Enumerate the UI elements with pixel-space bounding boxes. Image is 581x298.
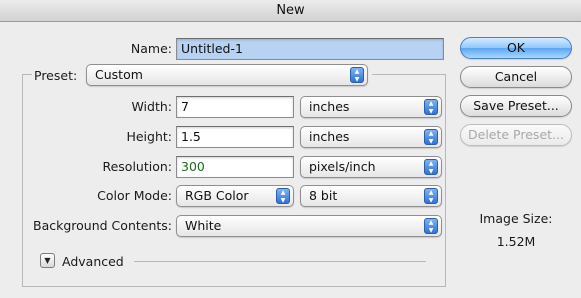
background-contents-popup[interactable]: White ▲ ▼ <box>176 215 442 237</box>
group-box-bottom <box>22 286 446 287</box>
group-box-top-right <box>372 74 446 75</box>
up-down-arrows-icon: ▲ ▼ <box>424 159 438 175</box>
group-box-right <box>445 74 446 286</box>
window-title: New <box>0 0 581 22</box>
triangle-down-icon[interactable]: ▼ <box>40 253 55 268</box>
resolution-label: Resolution: <box>102 159 172 174</box>
group-box-top-left <box>22 74 32 75</box>
up-down-arrows-icon: ▲ ▼ <box>424 99 438 115</box>
delete-preset-button: Delete Preset... <box>460 124 572 146</box>
color-mode-value: RGB Color <box>185 188 249 203</box>
resolution-unit-popup[interactable]: pixels/inch ▲ ▼ <box>300 156 442 178</box>
bit-depth-value: 8 bit <box>309 188 338 203</box>
name-label: Name: <box>130 41 172 56</box>
advanced-divider <box>134 261 426 262</box>
color-mode-label: Color Mode: <box>97 188 172 203</box>
advanced-label[interactable]: Advanced <box>62 254 132 269</box>
preset-value: Custom <box>95 67 143 82</box>
preset-label: Preset: <box>34 68 78 83</box>
save-preset-button[interactable]: Save Preset... <box>460 95 572 117</box>
dialog-body: Name: Untitled-1 Preset: Custom ▲ ▼ Width… <box>0 22 581 298</box>
up-down-arrows-icon: ▲ ▼ <box>424 218 438 234</box>
height-field[interactable]: 1.5 <box>176 126 294 148</box>
resolution-unit-value: pixels/inch <box>309 159 376 174</box>
height-unit-popup[interactable]: inches ▲ ▼ <box>300 126 442 148</box>
width-label: Width: <box>131 99 172 114</box>
background-contents-label: Background Contents: <box>33 218 172 233</box>
resolution-field[interactable]: 300 <box>176 156 294 178</box>
color-mode-popup[interactable]: RGB Color ▲ ▼ <box>176 185 294 207</box>
height-label: Height: <box>126 129 172 144</box>
ok-button[interactable]: OK <box>460 37 572 59</box>
up-down-arrows-icon: ▲ ▼ <box>350 67 364 83</box>
bit-depth-popup[interactable]: 8 bit ▲ ▼ <box>300 185 442 207</box>
height-unit-value: inches <box>309 129 350 144</box>
background-contents-value: White <box>185 218 222 233</box>
up-down-arrows-icon: ▲ ▼ <box>424 188 438 204</box>
preset-popup[interactable]: Custom ▲ ▼ <box>86 64 368 86</box>
width-unit-value: inches <box>309 99 350 114</box>
width-field[interactable]: 7 <box>176 96 294 118</box>
up-down-arrows-icon: ▲ ▼ <box>424 129 438 145</box>
up-down-arrows-icon: ▲ ▼ <box>276 188 290 204</box>
group-box-left <box>22 74 23 286</box>
width-unit-popup[interactable]: inches ▲ ▼ <box>300 96 442 118</box>
name-field[interactable]: Untitled-1 <box>176 38 444 60</box>
image-size-label: Image Size: <box>479 211 553 226</box>
image-size-value: 1.52M <box>496 234 536 249</box>
cancel-button[interactable]: Cancel <box>460 66 572 88</box>
